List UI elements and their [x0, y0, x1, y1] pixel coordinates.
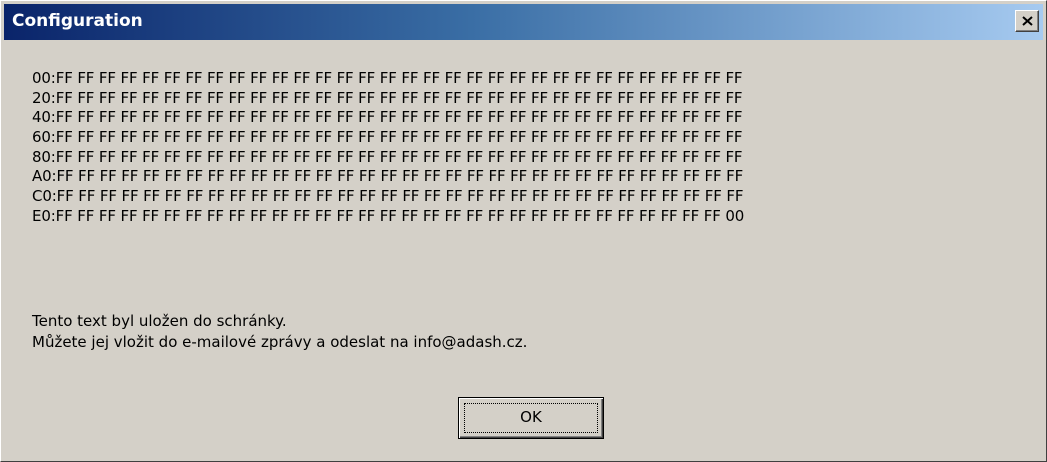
- hex-line: C0:FF FF FF FF FF FF FF FF FF FF FF FF F…: [32, 187, 744, 206]
- window-title: Configuration: [12, 11, 143, 31]
- close-button[interactable]: [1015, 10, 1039, 32]
- close-icon: [1022, 16, 1033, 26]
- clipboard-notice: Tento text byl uložen do schránky.: [32, 312, 287, 330]
- hex-line: E0:FF FF FF FF FF FF FF FF FF FF FF FF F…: [32, 206, 745, 225]
- hex-line: 20:FF FF FF FF FF FF FF FF FF FF FF FF F…: [32, 88, 743, 107]
- hex-line: 80:FF FF FF FF FF FF FF FF FF FF FF FF F…: [32, 147, 743, 166]
- configuration-dialog: Configuration 00:FF FF FF FF FF FF FF FF…: [0, 0, 1047, 462]
- title-bar[interactable]: Configuration: [4, 4, 1043, 40]
- ok-button[interactable]: OK: [458, 397, 604, 439]
- info-message: Tento text byl uložen do schránky. Můžet…: [32, 311, 527, 353]
- hex-line: 40:FF FF FF FF FF FF FF FF FF FF FF FF F…: [32, 108, 743, 127]
- hex-dump: 00:FF FF FF FF FF FF FF FF FF FF FF FF F…: [32, 69, 744, 227]
- ok-button-label: OK: [520, 408, 542, 426]
- hex-line: 60:FF FF FF FF FF FF FF FF FF FF FF FF F…: [32, 128, 743, 147]
- hex-line: A0:FF FF FF FF FF FF FF FF FF FF FF FF F…: [32, 167, 744, 186]
- hex-line: 00:FF FF FF FF FF FF FF FF FF FF FF FF F…: [32, 69, 743, 87]
- email-instruction: Můžete jej vložit do e-mailové zprávy a …: [32, 333, 528, 351]
